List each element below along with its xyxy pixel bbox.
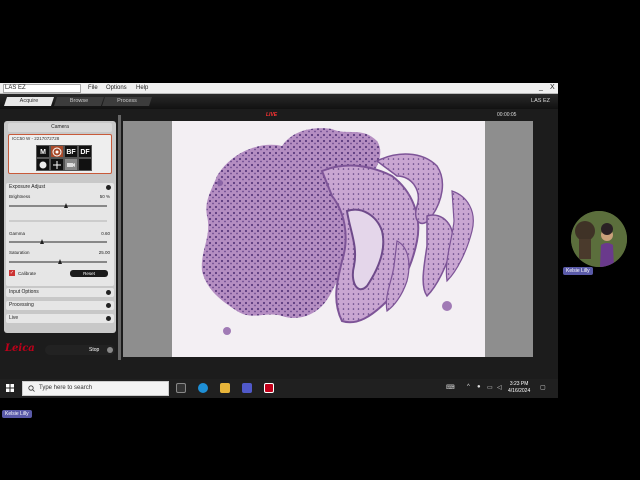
tab-browse[interactable]: Browse	[54, 97, 104, 106]
teams-icon[interactable]	[242, 383, 252, 393]
menu-help[interactable]: Help	[136, 85, 148, 92]
mode-bf-button[interactable]: BF	[64, 145, 78, 158]
app-title: LAS EZ	[3, 84, 81, 93]
saturation-thumb[interactable]	[58, 259, 62, 264]
mode-m-button[interactable]: M	[36, 145, 50, 158]
header-app-label: LAS EZ	[531, 98, 550, 104]
windows-start-icon[interactable]	[6, 384, 14, 392]
participant-avatar	[571, 211, 627, 267]
taskbar-clock[interactable]: 3:23 PM 4/16/2024	[508, 381, 530, 395]
disabled-slider	[9, 220, 107, 222]
search-placeholder: Type here to search	[39, 385, 93, 391]
tab-acquire[interactable]: Acquire	[4, 97, 54, 106]
live-title: Live	[9, 315, 19, 321]
crosshair-icon[interactable]	[50, 158, 64, 171]
saturation-label: Saturation	[9, 250, 30, 255]
processing-title: Processing	[9, 302, 34, 308]
tissue-image	[201, 128, 474, 335]
gamma-thumb[interactable]	[40, 239, 44, 244]
reset-button[interactable]: Reset	[70, 270, 108, 277]
window-titlebar: LAS EZ File Options Help _ X	[0, 83, 558, 94]
brightness-value: 50 %	[99, 194, 110, 199]
camera-mode-grid: M BF DF	[31, 143, 95, 173]
menu-file[interactable]: File	[88, 85, 98, 92]
microscope-image	[172, 121, 485, 357]
exposure-header[interactable]: Exposure Adjust	[6, 183, 114, 191]
aperture-icon[interactable]	[50, 145, 64, 158]
self-name-tag: Kelsie Lilly	[2, 410, 32, 418]
empty-mode-button[interactable]	[78, 158, 92, 171]
windows-taskbar: Type here to search	[0, 379, 558, 398]
timer: 00:00:05	[497, 112, 517, 118]
search-icon	[28, 385, 35, 392]
file-explorer-icon[interactable]	[220, 383, 230, 393]
keyboard-icon[interactable]: ⌨	[446, 384, 455, 391]
minimize-button[interactable]: _	[539, 84, 543, 92]
clock-time: 3:23 PM	[509, 381, 529, 387]
task-view-icon[interactable]	[176, 383, 186, 393]
saturation-slider[interactable]	[9, 259, 107, 264]
saturation-value: 25.00	[98, 250, 110, 255]
stop-label: Stop	[89, 347, 100, 353]
las-ez-taskbar-icon[interactable]	[264, 383, 274, 393]
camera-id: ICC50 W - 2217072728	[12, 136, 60, 141]
leica-logo: Leica	[5, 343, 35, 354]
toggle-knob-icon	[107, 347, 113, 353]
collapse-icon[interactable]	[106, 184, 111, 190]
menu-options[interactable]: Options	[106, 85, 127, 92]
live-section[interactable]: Live	[6, 314, 114, 323]
tabs-bar: Acquire Browse Process LAS EZ	[0, 94, 558, 109]
expand-icon[interactable]	[106, 315, 111, 321]
participant-name-tag: Kelsie Lilly	[563, 267, 593, 275]
notifications-icon[interactable]: ▢	[540, 384, 546, 391]
exposure-title: Exposure Adjust	[9, 184, 46, 190]
video-camera-icon[interactable]	[64, 158, 78, 171]
microphone-icon[interactable]: ●	[477, 384, 481, 390]
illumination-icon[interactable]	[36, 158, 50, 171]
processing-section[interactable]: Processing	[6, 301, 114, 310]
clock-date: 4/16/2024	[508, 388, 531, 394]
gamma-slider[interactable]	[9, 239, 107, 244]
gamma-label: Gamma	[9, 231, 26, 236]
edge-icon[interactable]	[198, 383, 208, 393]
participant-video	[571, 211, 627, 267]
brightness-label: Brightness	[9, 194, 31, 199]
panel-title: Camera	[8, 123, 112, 132]
brightness-slider[interactable]	[9, 203, 107, 208]
exposure-section: Exposure Adjust Brightness 50 % Gamma 0.…	[6, 183, 114, 286]
mode-df-button[interactable]: DF	[78, 145, 92, 158]
input-options-section[interactable]: Input Options	[6, 288, 114, 297]
taskbar-search[interactable]: Type here to search	[22, 381, 169, 396]
expand-icon[interactable]	[106, 302, 111, 308]
live-indicator: LIVE	[266, 112, 278, 118]
gamma-value: 0.60	[101, 231, 110, 236]
camera-selector[interactable]: ICC50 W - 2217072728 M BF DF	[8, 134, 112, 174]
stop-button[interactable]: Stop	[45, 345, 115, 355]
panel-splitter[interactable]	[118, 115, 121, 360]
volume-icon[interactable]: ◁	[497, 384, 502, 391]
network-icon[interactable]: ▭	[487, 384, 493, 391]
input-options-title: Input Options	[9, 289, 39, 295]
tab-process[interactable]: Process	[102, 97, 152, 106]
calibrate-checkbox[interactable]: ✓	[9, 270, 15, 276]
chevron-up-icon[interactable]: ^	[467, 384, 470, 390]
brightness-thumb[interactable]	[64, 203, 68, 208]
close-button[interactable]: X	[550, 84, 555, 92]
expand-icon[interactable]	[106, 289, 111, 295]
calibrate-label: Calibrate	[18, 271, 37, 276]
